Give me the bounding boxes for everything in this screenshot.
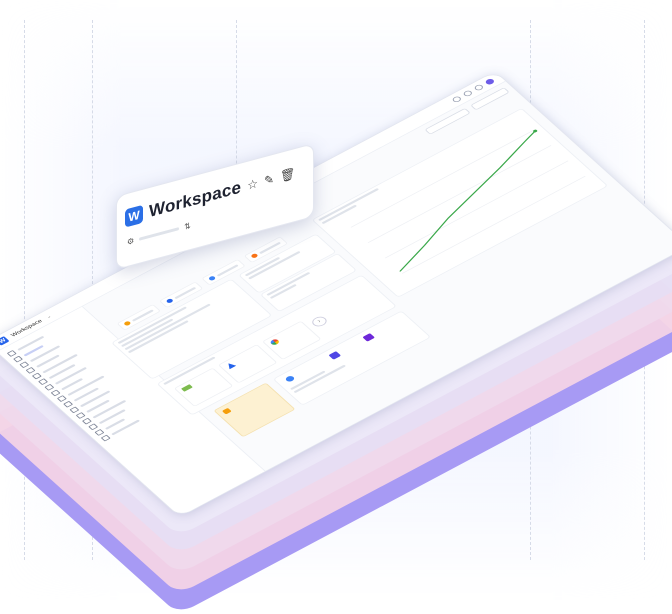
triangle-logo-icon <box>225 362 236 370</box>
card-line <box>290 370 326 391</box>
app-logo-icon <box>180 384 193 392</box>
workspace-title-row: W Workspace ☆ ✎ 🗑 <box>125 163 295 229</box>
card-line <box>124 303 211 351</box>
workspace-title: Workspace <box>149 177 242 222</box>
settings-icon[interactable] <box>473 83 485 92</box>
chip-label <box>258 241 281 254</box>
search-icon[interactable] <box>462 89 474 98</box>
chip-label <box>216 264 239 277</box>
multicolor-logo-icon <box>269 338 281 346</box>
app-icon <box>362 333 376 342</box>
gear-icon[interactable]: ⚙ <box>127 236 134 247</box>
workspace-meta-text <box>139 227 180 241</box>
star-icon[interactable] <box>451 95 463 104</box>
trash-icon[interactable]: 🗑 <box>280 166 295 184</box>
app-tile[interactable] <box>262 320 322 360</box>
orange-app-icon <box>250 252 259 259</box>
next-arrow-icon[interactable]: › <box>309 314 330 329</box>
orange-app-icon <box>123 320 132 327</box>
blue-app-icon <box>207 275 217 282</box>
avatar[interactable] <box>484 77 496 86</box>
edit-icon[interactable]: ✎ <box>264 172 274 189</box>
app-tile[interactable] <box>217 344 278 384</box>
chip-label <box>173 286 196 299</box>
gear-icon <box>100 434 111 442</box>
app-icon <box>328 351 342 360</box>
blue-app-icon <box>165 297 174 304</box>
app-icon <box>284 374 296 383</box>
star-icon[interactable]: ☆ <box>247 176 258 193</box>
card-line <box>293 364 347 394</box>
workspace-logo: W <box>125 204 143 228</box>
isometric-stage: W Workspace ⌄ › W Workspace ☆ ✎ 🗑 ⚙ ⇅ <box>0 0 672 614</box>
flow-icon[interactable]: ⇅ <box>184 221 191 232</box>
app-logo: W <box>0 336 10 346</box>
chevron-down-icon[interactable]: ⌄ <box>44 313 53 319</box>
note-icon <box>221 407 232 415</box>
chip-label <box>131 309 154 322</box>
